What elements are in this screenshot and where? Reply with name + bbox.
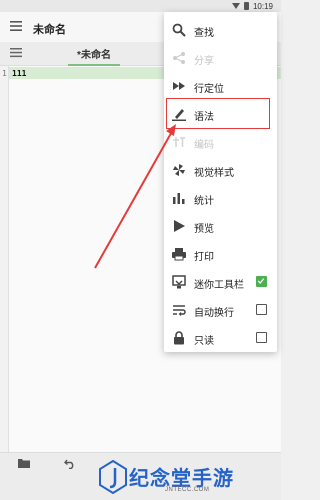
- editor-line-text[interactable]: 111: [12, 69, 26, 78]
- status-time: 10:19: [252, 1, 273, 11]
- menu-item-preview[interactable]: 预览: [164, 212, 277, 240]
- bar-chart-icon: [173, 193, 185, 204]
- line-gutter: 1: [0, 66, 9, 452]
- encoding-icon: [173, 137, 185, 147]
- menu-label: 统计: [194, 196, 214, 207]
- menu-item-statistics[interactable]: 统计: [164, 184, 277, 212]
- app-title: 未命名: [33, 24, 66, 36]
- menu-item-syntax[interactable]: 语法: [164, 100, 277, 128]
- menu-item-mini-toolbar[interactable]: 迷你工具栏: [164, 268, 277, 296]
- mini-toolbar-icon: [172, 275, 186, 289]
- menu-item-goto-line[interactable]: 行定位: [164, 72, 277, 100]
- undo-icon[interactable]: [64, 457, 76, 469]
- wrap-icon: [173, 305, 186, 316]
- menu-label: 预览: [194, 224, 214, 235]
- menu-label: 行定位: [194, 84, 224, 95]
- overflow-menu: 查找 分享 行定位 语法 编码 视觉样式 统计 预览 打印 迷你工具栏 自动换行…: [164, 12, 277, 352]
- search-icon: [172, 23, 186, 37]
- pinwheel-icon: [173, 164, 185, 176]
- menu-label: 打印: [194, 252, 214, 263]
- printer-icon: [172, 248, 186, 261]
- word-wrap-checkbox[interactable]: [256, 304, 267, 315]
- watermark-url: JNTECC.COM: [165, 487, 210, 493]
- folder-icon[interactable]: [18, 457, 30, 469]
- wifi-icon: [231, 3, 240, 9]
- menu-item-share[interactable]: 分享: [164, 44, 277, 72]
- menu-item-visual-style[interactable]: 视觉样式: [164, 156, 277, 184]
- menu-item-encoding[interactable]: 编码: [164, 128, 277, 156]
- status-indicators: 10:19: [231, 1, 273, 11]
- pen-icon: [172, 109, 186, 121]
- menu-label: 只读: [194, 336, 214, 347]
- line-number: 1: [2, 69, 7, 78]
- menu-item-word-wrap[interactable]: 自动换行: [164, 296, 277, 324]
- menu-label: 查找: [194, 28, 214, 39]
- battery-icon: [243, 2, 249, 10]
- status-bar: 10:19: [0, 0, 281, 12]
- watermark-logo-icon: [99, 460, 127, 494]
- share-icon: [173, 52, 185, 64]
- lock-icon: [174, 331, 184, 345]
- menu-label: 语法: [194, 112, 214, 123]
- menu-label: 迷你工具栏: [194, 280, 244, 291]
- hamburger-menu-icon[interactable]: [10, 20, 22, 32]
- menu-label: 自动换行: [194, 308, 234, 319]
- menu-label: 编码: [194, 140, 214, 151]
- watermark: 纪念堂手游 JNTECC.COM: [97, 460, 281, 500]
- menu-item-find[interactable]: 查找: [164, 16, 277, 44]
- play-icon: [174, 220, 185, 232]
- tab-untitled[interactable]: *未命名: [68, 46, 120, 66]
- menu-label: 分享: [194, 56, 214, 67]
- menu-item-read-only[interactable]: 只读: [164, 324, 277, 352]
- goto-line-icon: [173, 82, 185, 90]
- menu-item-print[interactable]: 打印: [164, 240, 277, 268]
- read-only-checkbox[interactable]: [256, 332, 267, 343]
- tab-list-icon[interactable]: [10, 47, 22, 58]
- check-icon: [257, 278, 265, 284]
- mini-toolbar-checkbox[interactable]: [256, 276, 267, 287]
- menu-label: 视觉样式: [194, 168, 234, 179]
